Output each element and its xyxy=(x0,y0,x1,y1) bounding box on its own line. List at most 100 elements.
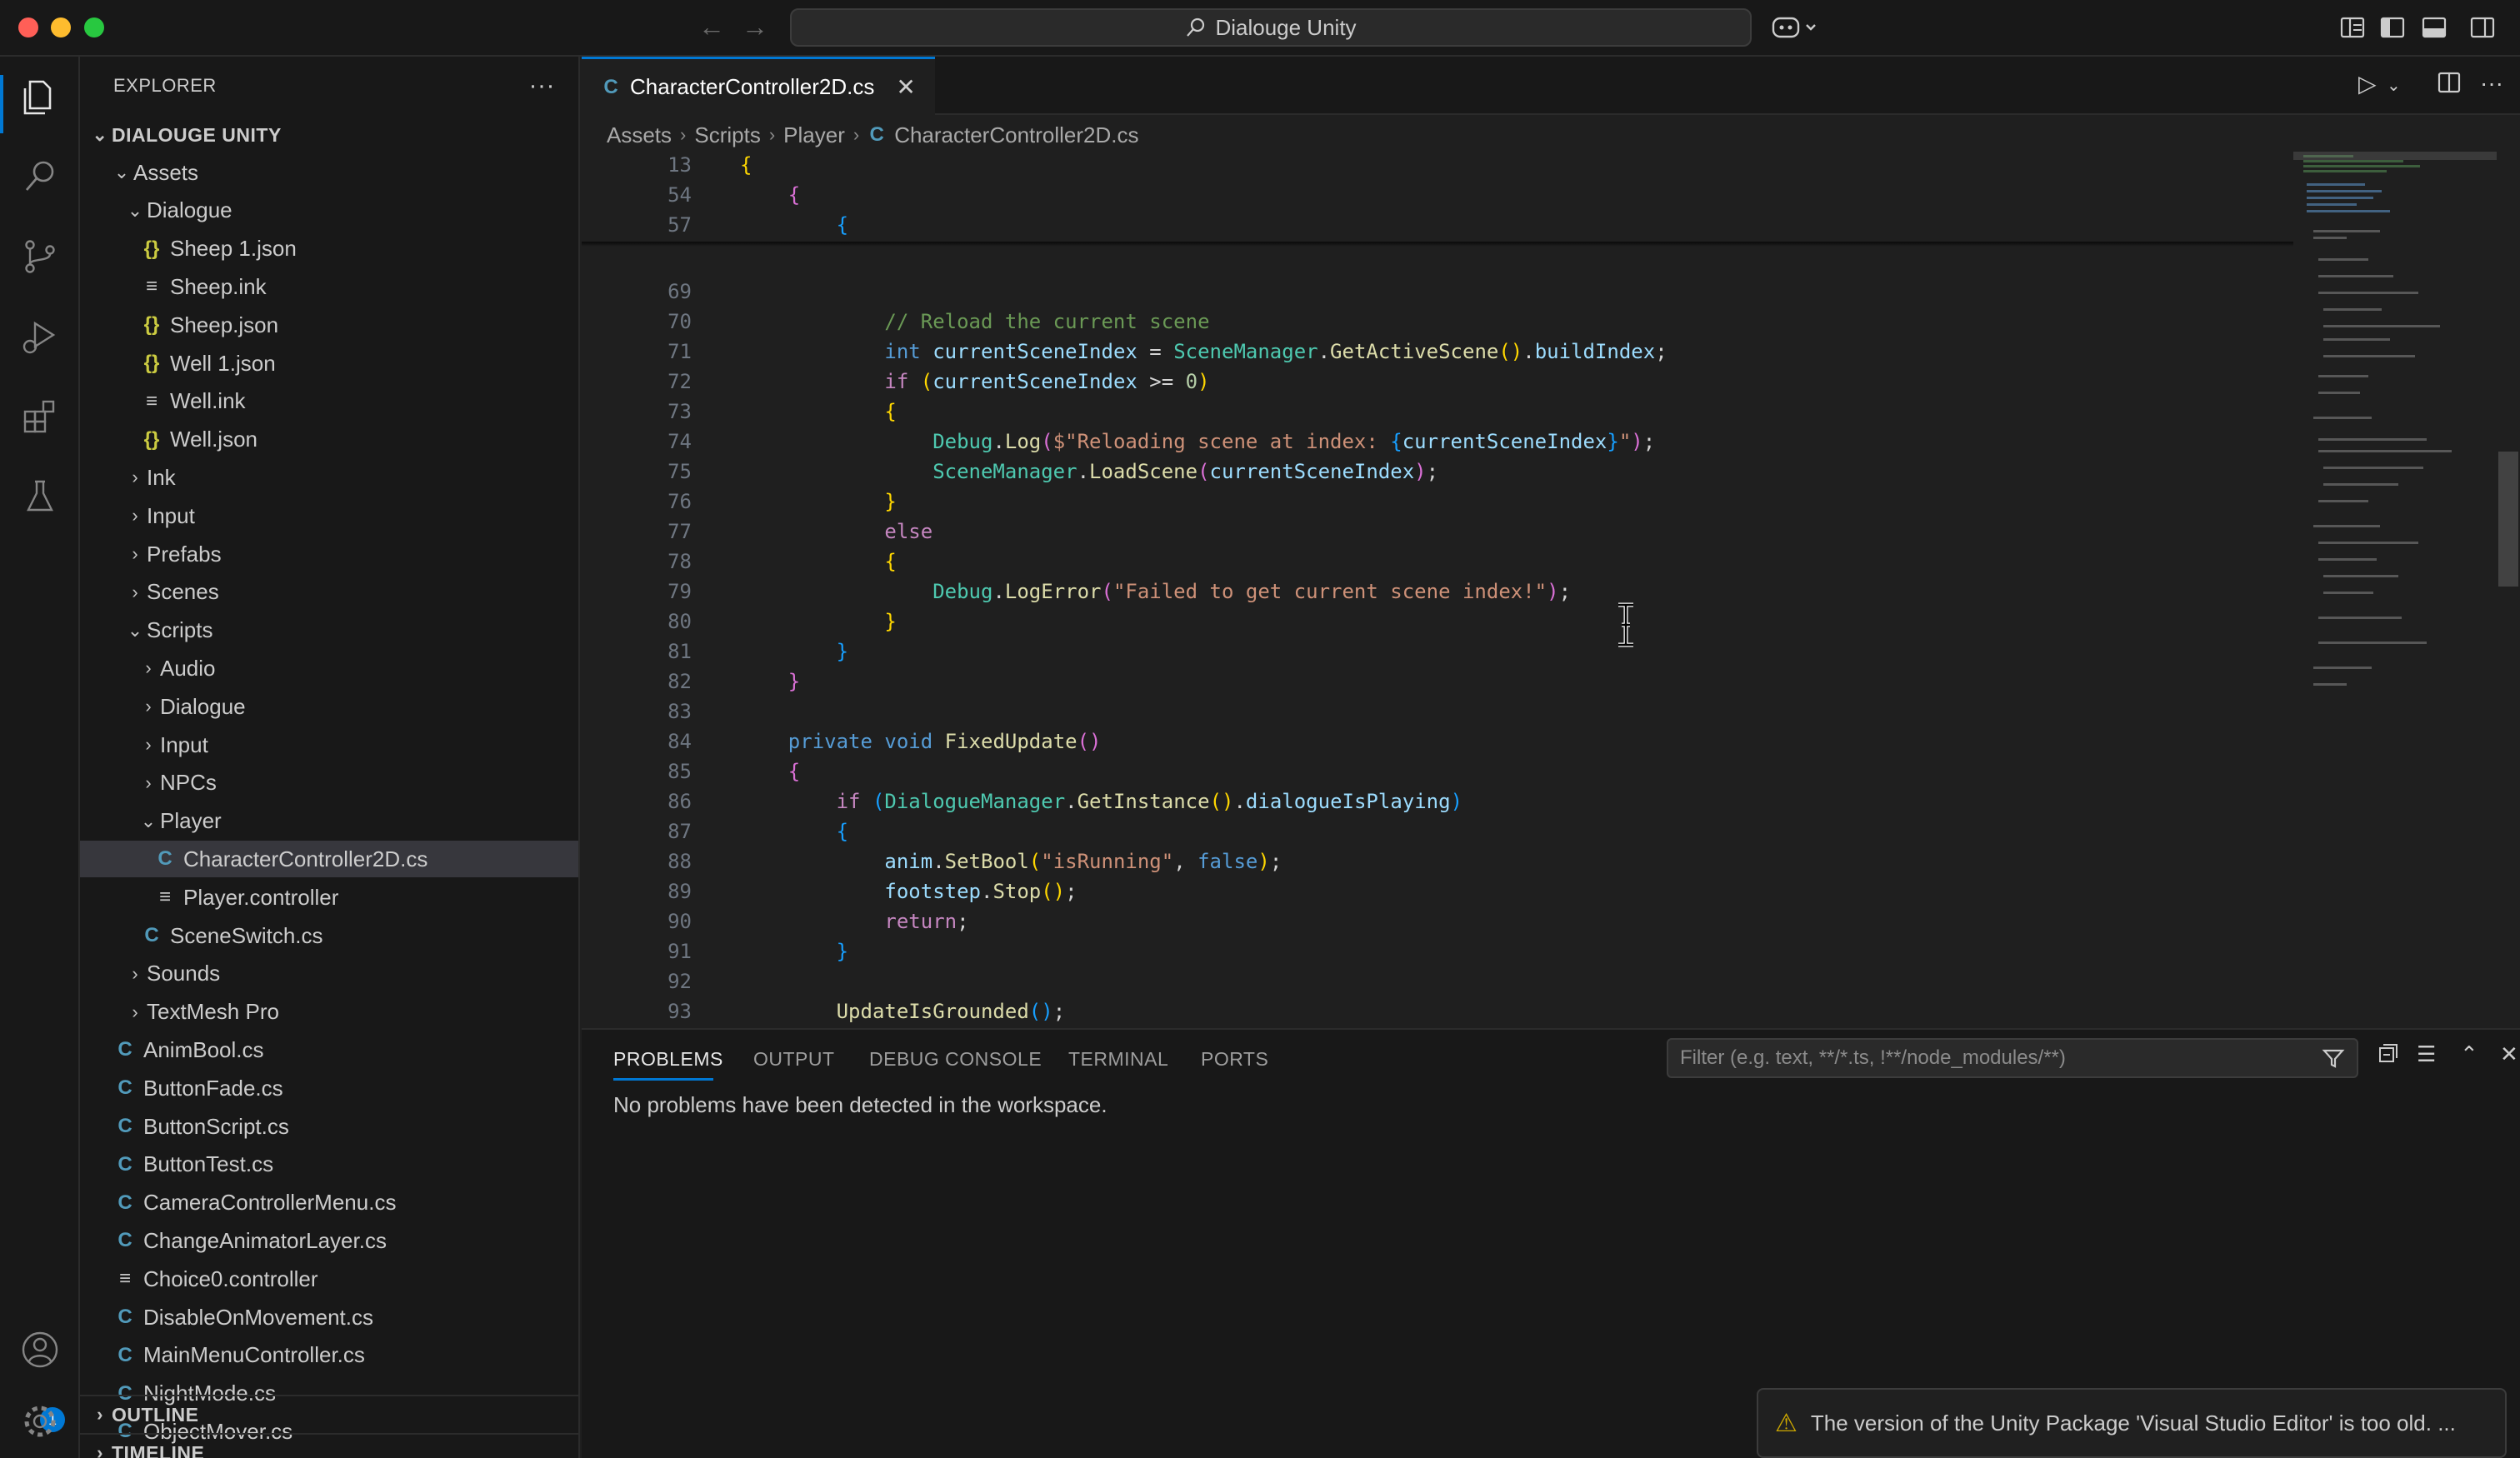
file-item[interactable]: C DisableOnMovement.cs xyxy=(80,1299,578,1336)
extensions-icon[interactable] xyxy=(18,395,62,438)
file-item[interactable]: C ButtonFade.cs xyxy=(80,1070,578,1106)
breadcrumb-item[interactable]: Player xyxy=(783,122,845,148)
code-token: ( xyxy=(1028,850,1042,873)
folder-item[interactable]: › NPCs xyxy=(80,765,578,801)
line-number: 83 xyxy=(668,700,692,723)
file-item[interactable]: {} Sheep.json xyxy=(80,307,578,343)
breadcrumb-item[interactable]: CharacterController2D.cs xyxy=(894,122,1138,148)
folder-item[interactable]: › Dialogue xyxy=(80,688,578,725)
file-item[interactable]: C SceneSwitch.cs xyxy=(80,917,578,954)
breadcrumb-item[interactable]: Scripts xyxy=(694,122,760,148)
tab-output[interactable]: OUTPUT xyxy=(753,1048,835,1071)
problems-filter-input[interactable]: Filter (e.g. text, **/*.ts, !**/node_mod… xyxy=(1667,1038,2358,1078)
close-icon[interactable]: ✕ xyxy=(896,73,915,101)
file-item[interactable]: C CameraControllerMenu.cs xyxy=(80,1185,578,1221)
run-debug-icon[interactable] xyxy=(18,315,62,358)
folder-item[interactable]: › TextMesh Pro xyxy=(80,994,578,1031)
tab-terminal[interactable]: TERMINAL xyxy=(1068,1048,1168,1071)
tab-ports[interactable]: PORTS xyxy=(1201,1048,1268,1071)
minimap-slider[interactable] xyxy=(2293,152,2497,160)
file-item[interactable]: ≡ Sheep.ink xyxy=(80,268,578,305)
toggle-secondary-sidebar-icon[interactable] xyxy=(2468,13,2497,42)
accounts-icon[interactable] xyxy=(18,1328,62,1371)
source-control-icon[interactable] xyxy=(18,235,62,278)
code-line: 85 { xyxy=(582,756,2293,786)
folder-item[interactable]: › Input xyxy=(80,497,578,534)
csharp-file-icon: C xyxy=(118,1191,132,1214)
testing-icon[interactable] xyxy=(18,475,62,518)
file-item[interactable]: C ButtonTest.cs xyxy=(80,1146,578,1183)
code-token: currentSceneIndex xyxy=(1402,430,1608,453)
outline-section[interactable]: › OUTLINE xyxy=(80,1396,578,1433)
tree-item-label: Scripts xyxy=(147,617,213,643)
split-editor-icon[interactable] xyxy=(2437,70,2462,101)
manage-gear-icon[interactable] xyxy=(18,1400,62,1443)
explorer-icon[interactable] xyxy=(18,75,62,118)
folder-item[interactable]: ⌄ Assets xyxy=(80,154,578,191)
code-token: . xyxy=(1233,790,1246,813)
folder-item[interactable]: ⌄ Scripts xyxy=(80,612,578,649)
folder-item[interactable]: › Scenes xyxy=(80,574,578,611)
tree-item-label: Ink xyxy=(147,464,176,490)
tab-charactercontroller2d[interactable]: C CharacterController2D.cs ✕ xyxy=(582,57,935,115)
file-item[interactable]: {} Sheep 1.json xyxy=(80,231,578,267)
maximize-panel-icon[interactable]: ⌃ xyxy=(2460,1041,2478,1067)
code-text: } xyxy=(740,670,800,693)
more-actions-icon[interactable]: ··· xyxy=(2480,70,2503,97)
copilot-icon[interactable] xyxy=(1772,13,1822,42)
run-icon[interactable]: ▷ xyxy=(2358,70,2377,97)
minimize-window-button[interactable] xyxy=(51,17,71,37)
code-editor[interactable]: 13{54 {57 {69 70 // Reload the current sc… xyxy=(582,150,2293,1028)
chevron-down-icon: ⌄ xyxy=(127,199,143,221)
folder-item[interactable]: › Audio xyxy=(80,650,578,687)
chevron-right-icon: › xyxy=(132,581,138,602)
scrollbar-thumb[interactable] xyxy=(2498,452,2518,587)
file-item[interactable]: {} Well 1.json xyxy=(80,345,578,382)
collapse-all-icon[interactable] xyxy=(2377,1041,2400,1071)
command-center-search[interactable]: Dialouge Unity xyxy=(790,8,1752,47)
file-item[interactable]: C AnimBool.cs xyxy=(80,1031,578,1068)
toggle-primary-sidebar-icon[interactable] xyxy=(2378,13,2407,42)
json-file-icon: {} xyxy=(143,313,160,337)
folder-item[interactable]: › Input xyxy=(80,727,578,763)
folder-item[interactable]: › Ink xyxy=(80,459,578,496)
file-item[interactable]: ≡ Player.controller xyxy=(80,879,578,916)
tab-problems[interactable]: PROBLEMS xyxy=(613,1048,723,1071)
tab-debug-console[interactable]: DEBUG CONSOLE xyxy=(869,1048,1042,1071)
search-icon[interactable] xyxy=(18,155,62,198)
folder-item[interactable]: ⌄ Dialogue xyxy=(80,192,578,229)
breadcrumb-item[interactable]: Assets xyxy=(607,122,672,148)
code-token: $"Reloading scene at index: xyxy=(1052,430,1391,453)
folder-item[interactable]: › Prefabs xyxy=(80,536,578,572)
file-item[interactable]: C MainMenuController.cs xyxy=(80,1337,578,1374)
folder-item[interactable]: ⌄ Player xyxy=(80,803,578,840)
folder-item[interactable]: › Sounds xyxy=(80,956,578,992)
close-window-button[interactable] xyxy=(18,17,38,37)
notification-toast[interactable]: ⚠ The version of the Unity Package 'Visu… xyxy=(1757,1388,2507,1458)
view-as-list-icon[interactable]: ☰ xyxy=(2417,1041,2436,1067)
chevron-down-icon[interactable]: ⌄ xyxy=(2387,75,2401,96)
timeline-section[interactable]: › TIMELINE xyxy=(80,1435,578,1458)
arrow-left-icon[interactable]: ← xyxy=(698,12,725,42)
file-item[interactable]: C CharacterController2D.cs xyxy=(80,841,578,878)
maximize-window-button[interactable] xyxy=(84,17,104,37)
file-item[interactable]: C ChangeAnimatorLayer.cs xyxy=(80,1222,578,1259)
close-panel-icon[interactable]: ✕ xyxy=(2500,1041,2518,1067)
file-item[interactable]: ≡ Choice0.controller xyxy=(80,1261,578,1297)
minimap[interactable] xyxy=(2293,150,2497,1028)
customize-layout-icon[interactable] xyxy=(2338,13,2367,42)
code-text: { xyxy=(740,400,896,423)
more-actions-icon[interactable]: ··· xyxy=(529,72,555,100)
arrow-right-icon[interactable]: → xyxy=(742,12,768,42)
breadcrumb: Assets › Scripts › Player › C CharacterC… xyxy=(607,120,1139,150)
code-text: Debug.Log($"Reloading scene at index: {c… xyxy=(740,430,1655,453)
filter-icon[interactable] xyxy=(2322,1046,2345,1070)
file-item[interactable]: {} Well.json xyxy=(80,422,578,458)
editor-scrollbar[interactable] xyxy=(2497,150,2520,1028)
workspace-root[interactable]: ⌄ DIALOUGE UNITY xyxy=(80,117,578,153)
file-item[interactable]: ≡ Well.ink xyxy=(80,383,578,420)
toggle-panel-icon[interactable] xyxy=(2420,13,2448,42)
file-item[interactable]: C ButtonScript.cs xyxy=(80,1108,578,1145)
